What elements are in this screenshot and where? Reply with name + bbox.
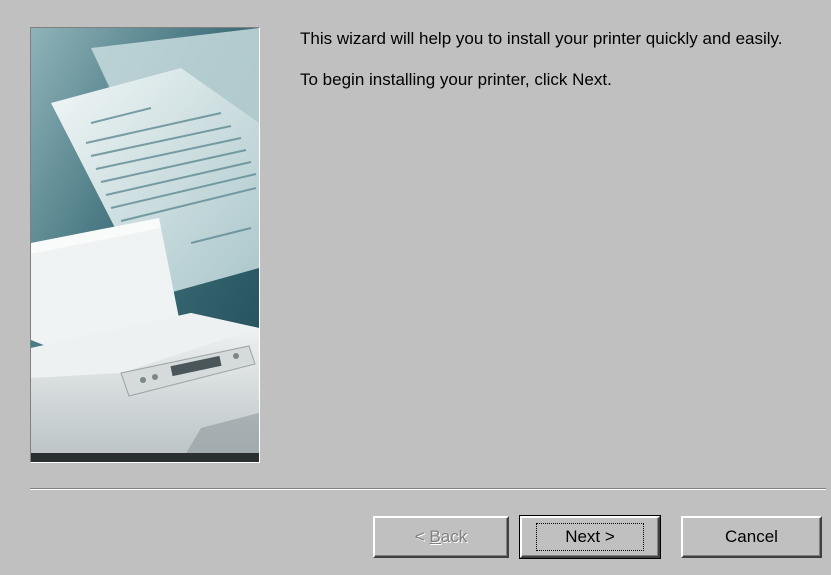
add-printer-wizard-dialog: This wizard will help you to install you… — [0, 0, 831, 575]
back-button[interactable]: < Back — [373, 516, 509, 558]
back-button-mnemonic: B — [429, 527, 441, 546]
next-button-label: Next > — [536, 523, 644, 551]
wizard-intro-text: This wizard will help you to install you… — [300, 28, 820, 110]
intro-line-1: This wizard will help you to install you… — [300, 29, 783, 48]
next-button[interactable]: Next > — [519, 515, 661, 559]
back-button-rest: ack — [440, 527, 468, 546]
button-separator — [30, 488, 826, 490]
back-button-prefix: < — [414, 527, 430, 546]
intro-line-2: To begin installing your printer, click … — [300, 70, 612, 89]
cancel-button-label: Cancel — [725, 527, 778, 546]
printer-illustration-icon — [31, 28, 259, 462]
cancel-button[interactable]: Cancel — [681, 516, 822, 558]
wizard-side-image — [30, 27, 260, 463]
